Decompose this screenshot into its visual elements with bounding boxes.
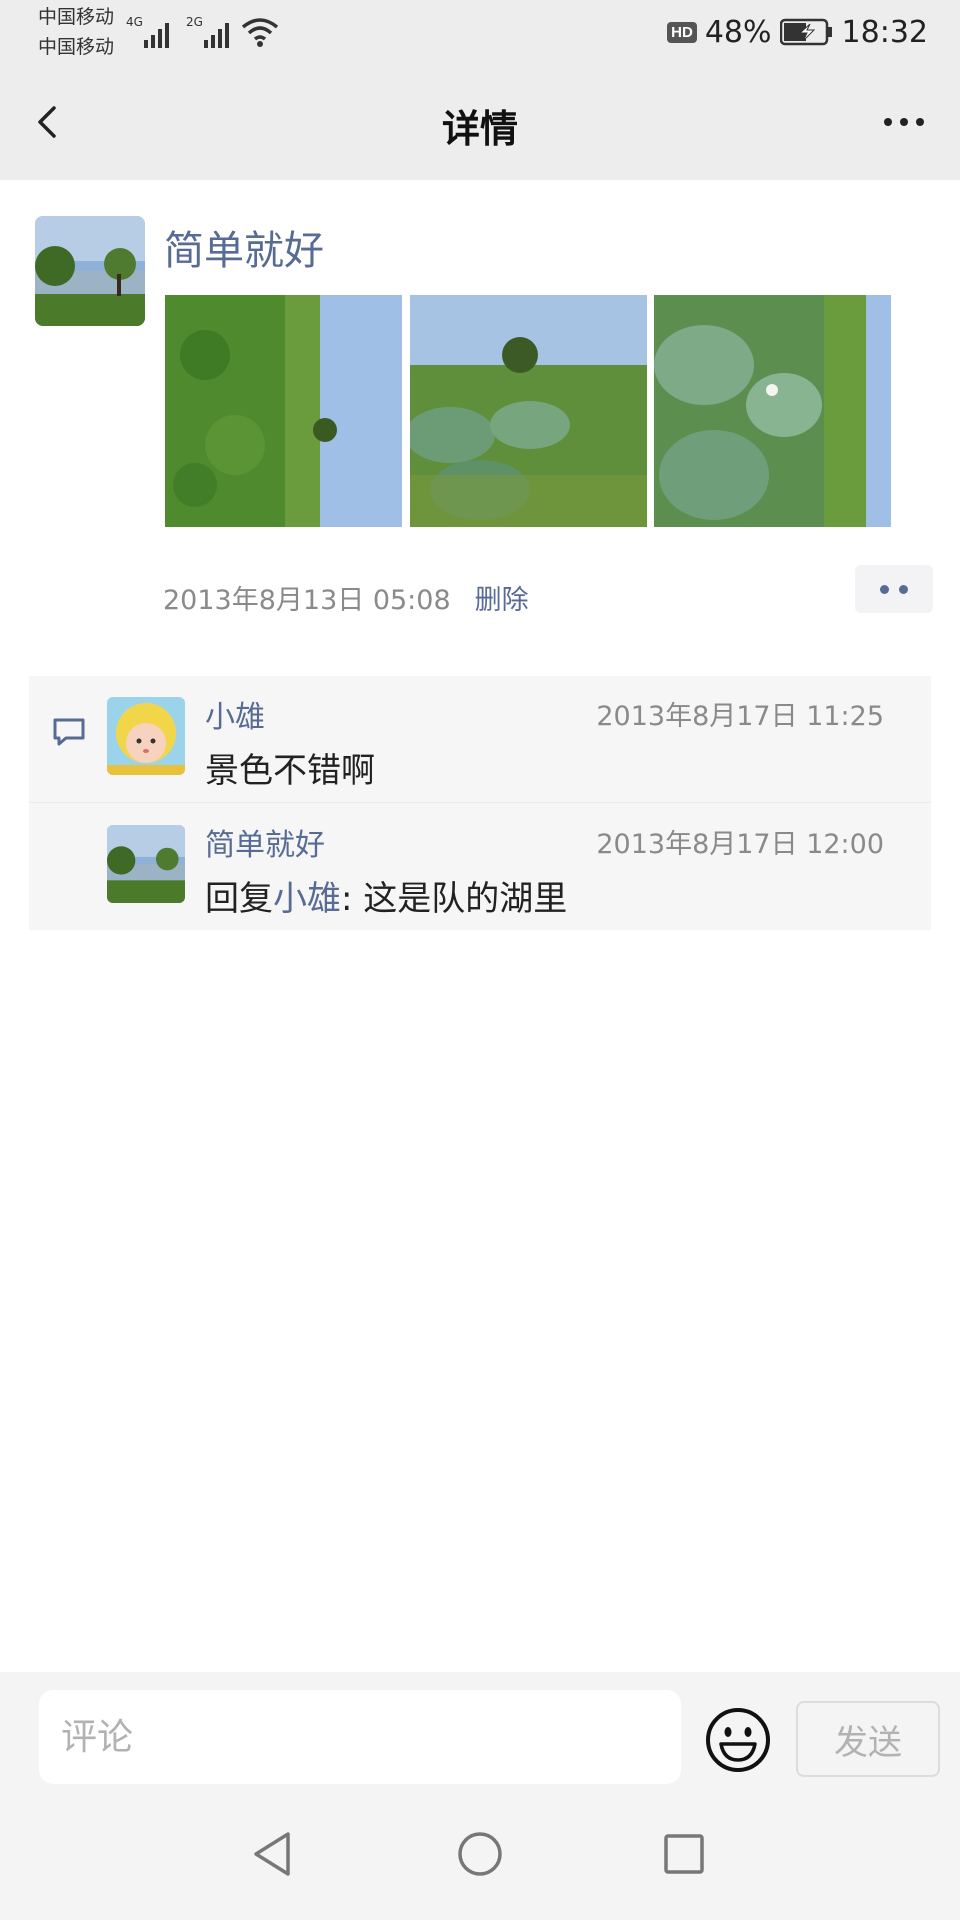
reply-prefix: 回复 [205,879,273,919]
signal-4g-icon: 4G [126,15,169,48]
carrier-2: 中国移动 [38,36,115,58]
page-title: 详情 [441,107,518,151]
svg-text:4G: 4G [126,15,143,29]
top-bar: 中国移动 中国移动 4G 2G HD 48% 18:32 详情 [0,0,960,180]
status-right: HD 48% 18:32 [667,12,928,52]
comment-input-bar: 发送 [0,1672,960,1792]
send-button[interactable]: 发送 [796,1701,940,1777]
reply-separator: : [341,879,353,919]
comment-text: 景色不错啊 [205,751,375,791]
divider [29,802,931,803]
carrier-1: 中国移动 [38,6,115,28]
more-dots-icon[interactable] [874,100,934,144]
avatar[interactable] [35,216,145,326]
hd-badge: HD [667,21,697,43]
reply-mention[interactable]: 小雄 [273,879,341,919]
avatar[interactable] [107,697,185,775]
post-meta: 2013年8月13日 05:08 删除 [163,578,529,617]
comment-text: 回复小雄: 这是队的湖里 [205,871,567,920]
lotus-pond-photo[interactable] [410,295,647,527]
smiley-icon[interactable] [704,1706,772,1774]
comment-author[interactable]: 小雄 [205,692,265,736]
post-author-name[interactable]: 简单就好 [164,218,324,276]
like-comment-menu-button[interactable] [855,565,933,613]
reply-body: 这是队的湖里 [352,879,568,919]
battery-charging-icon [779,18,832,46]
clock: 18:32 [841,14,928,50]
back-triangle-icon[interactable] [246,1826,302,1882]
recents-square-icon[interactable] [656,1826,712,1882]
nav-bar: 详情 [0,64,960,180]
delete-link[interactable]: 删除 [475,578,529,617]
battery-percent: 48% [704,14,772,50]
avatar[interactable] [107,825,185,903]
lotus-field-photo[interactable] [165,295,402,527]
comment-input[interactable] [39,1690,681,1784]
signal-2g-icon: 2G [186,15,229,48]
comment-time: 2013年8月17日 12:00 [596,829,884,860]
home-circle-icon[interactable] [452,1826,508,1882]
comment-icon [53,718,85,746]
svg-text:2G: 2G [186,15,203,29]
wifi-icon [241,18,279,47]
comment-time: 2013年8月17日 11:25 [596,701,884,732]
status-bar: 中国移动 中国移动 4G 2G HD 48% 18:32 [0,0,960,64]
system-nav-bar [0,1792,960,1920]
comment-author[interactable]: 简单就好 [205,820,325,864]
lotus-leaves-photo[interactable] [654,295,891,527]
post-timestamp: 2013年8月13日 05:08 [163,585,451,616]
